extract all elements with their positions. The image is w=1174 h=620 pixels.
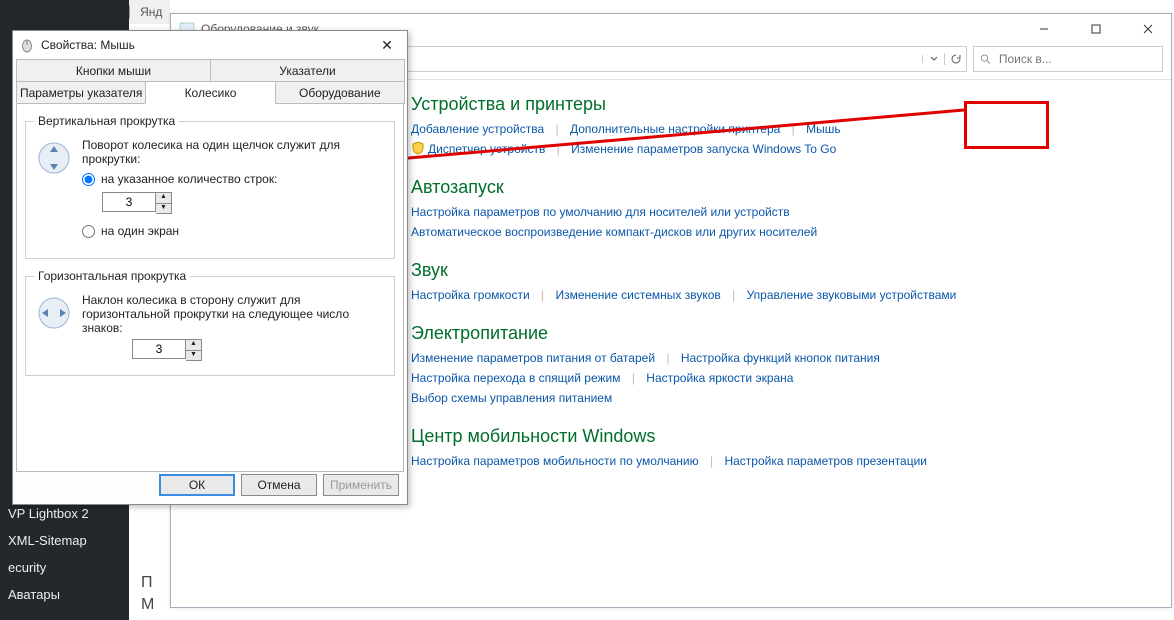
lines-spinner[interactable]: ▲ ▼ <box>102 192 386 214</box>
radio-lines-label[interactable]: на указанное количество строк: <box>101 172 277 186</box>
mouse-icon <box>19 37 35 53</box>
category-power: Электропитание Изменение параметров пита… <box>411 323 1151 408</box>
sidebar-item[interactable]: XML-Sitemap <box>0 527 129 554</box>
link-power-buttons[interactable]: Настройка функций кнопок питания <box>681 351 880 365</box>
category-sound: Звук Настройка громкости | Изменение сис… <box>411 260 1151 305</box>
horizontal-desc: Наклон колесика в сторону служит для гор… <box>82 293 386 335</box>
tab-pointer-options[interactable]: Параметры указателя <box>16 81 146 104</box>
link-mouse[interactable]: Мышь <box>806 122 841 136</box>
group-vertical-scroll: Вертикальная прокрутка Поворот колесика … <box>25 114 395 259</box>
radio-screen[interactable] <box>82 225 95 238</box>
group-horizontal-scroll: Горизонтальная прокрутка Наклон колесика… <box>25 269 395 376</box>
tab-strip: Кнопки мыши Указатели Параметры указател… <box>16 59 404 103</box>
dialog-title: Свойства: Мышь <box>41 38 373 52</box>
minimize-button[interactable] <box>1021 14 1067 44</box>
link-windows-to-go[interactable]: Изменение параметров запуска Windows To … <box>571 142 836 156</box>
wheel-horizontal-icon <box>34 293 74 333</box>
lines-value[interactable] <box>102 192 156 212</box>
group-legend: Горизонтальная прокрутка <box>34 269 190 283</box>
spin-up[interactable]: ▲ <box>156 193 171 203</box>
radio-lines[interactable] <box>82 173 95 186</box>
link-presentation[interactable]: Настройка параметров презентации <box>724 454 927 468</box>
link-printer-settings[interactable]: Дополнительные настройки принтера <box>570 122 780 136</box>
link-brightness[interactable]: Настройка яркости экрана <box>646 371 793 385</box>
link-battery[interactable]: Изменение параметров питания от батарей <box>411 351 655 365</box>
spin-down[interactable]: ▼ <box>156 203 171 213</box>
category-title[interactable]: Автозапуск <box>411 177 1151 198</box>
dialog-close-button[interactable]: ✕ <box>373 35 401 55</box>
sidebar-item[interactable]: ecurity <box>0 554 129 581</box>
link-manage-audio[interactable]: Управление звуковыми устройствами <box>747 288 957 302</box>
link-volume[interactable]: Настройка громкости <box>411 288 530 302</box>
shield-icon <box>411 141 425 155</box>
tab-hardware[interactable]: Оборудование <box>275 81 405 104</box>
category-autorun: Автозапуск Настройка параметров по умолч… <box>411 177 1151 242</box>
vertical-desc: Поворот колесика на один щелчок служит д… <box>82 138 386 166</box>
category-mobility: Центр мобильности Windows Настройка пара… <box>411 426 1151 471</box>
background-text: М <box>141 596 154 614</box>
ok-button[interactable]: ОК <box>159 474 235 496</box>
cancel-button[interactable]: Отмена <box>241 474 317 496</box>
category-title[interactable]: Звук <box>411 260 1151 281</box>
link-power-plan[interactable]: Выбор схемы управления питанием <box>411 391 612 405</box>
category-devices: Устройства и принтеры Добавление устройс… <box>411 94 1151 159</box>
spin-down[interactable]: ▼ <box>186 350 201 360</box>
breadcrumb-dropdown[interactable] <box>922 55 944 63</box>
link-device-manager[interactable]: Диспетчер устройств <box>428 142 545 156</box>
apply-button[interactable]: Применить <box>323 474 399 496</box>
search-box[interactable] <box>973 46 1163 72</box>
link-sleep[interactable]: Настройка перехода в спящий режим <box>411 371 620 385</box>
category-title[interactable]: Устройства и принтеры <box>411 94 1151 115</box>
link-autorun-defaults[interactable]: Настройка параметров по умолчанию для но… <box>411 205 790 219</box>
category-title[interactable]: Электропитание <box>411 323 1151 344</box>
maximize-button[interactable] <box>1073 14 1119 44</box>
tab-wheel[interactable]: Колесико <box>145 81 275 104</box>
radio-screen-label[interactable]: на один экран <box>101 224 179 238</box>
link-add-device[interactable]: Добавление устройства <box>411 122 544 136</box>
tab-pointers[interactable]: Указатели <box>210 59 405 82</box>
sidebar-item[interactable]: Аватары <box>0 581 129 608</box>
tab-buttons[interactable]: Кнопки мыши <box>16 59 211 82</box>
background-text: П <box>141 574 153 592</box>
chars-value[interactable] <box>132 339 186 359</box>
search-input[interactable] <box>997 51 1156 67</box>
dialog-titlebar[interactable]: Свойства: Мышь ✕ <box>13 31 407 59</box>
tab-body-wheel: Вертикальная прокрутка Поворот колесика … <box>16 102 404 472</box>
group-legend: Вертикальная прокрутка <box>34 114 179 128</box>
spin-up[interactable]: ▲ <box>186 340 201 350</box>
link-mobility-defaults[interactable]: Настройка параметров мобильности по умол… <box>411 454 699 468</box>
tab-label: Янд <box>140 5 162 19</box>
close-button[interactable] <box>1125 14 1171 44</box>
search-icon <box>980 53 991 65</box>
refresh-button[interactable] <box>944 53 966 65</box>
mouse-properties-dialog: Свойства: Мышь ✕ Кнопки мыши Указатели П… <box>12 30 408 505</box>
link-autorun-cd[interactable]: Автоматическое воспроизведение компакт-д… <box>411 225 817 239</box>
category-title[interactable]: Центр мобильности Windows <box>411 426 1151 447</box>
link-system-sounds[interactable]: Изменение системных звуков <box>555 288 720 302</box>
chars-spinner[interactable]: ▲ ▼ <box>132 339 386 361</box>
wheel-vertical-icon <box>34 138 74 178</box>
